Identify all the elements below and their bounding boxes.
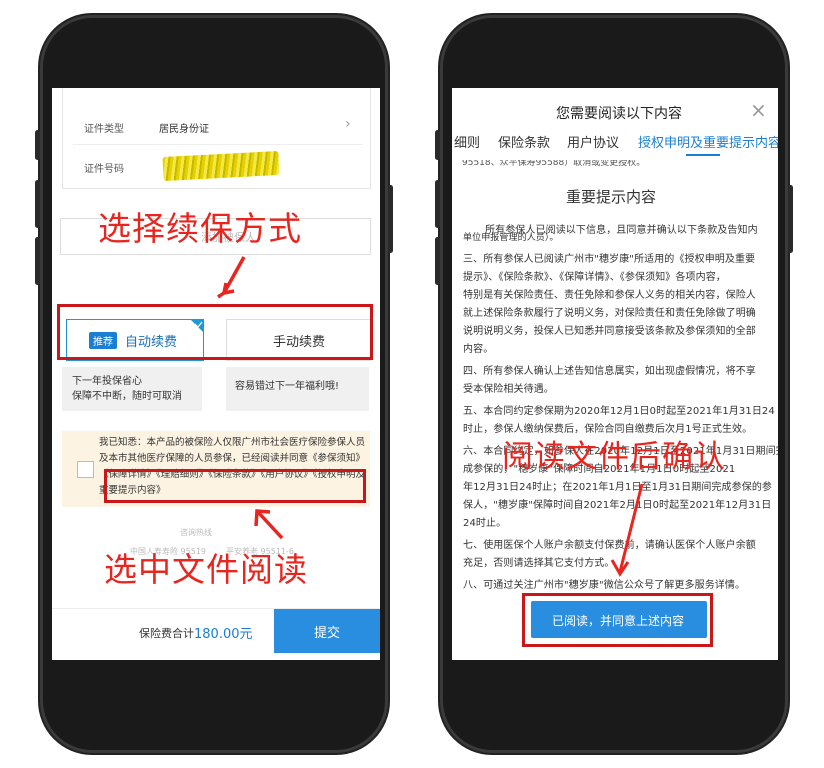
id-number-label: 证件号码	[84, 164, 124, 175]
power-button	[788, 185, 793, 253]
truncated-text: 95518、众平保寿95588）取消或变更授权。	[462, 160, 646, 168]
doc-line: 时止，参保人缴纳保费后，保险合同自缴费后次月1号正式生效。	[463, 424, 753, 435]
manual-renewal-desc: 容易错过下一年福利哦!	[226, 367, 369, 411]
volume-up-button	[35, 180, 40, 228]
bottom-bar: 保险费合计 180.00元 提交	[52, 608, 380, 660]
annotation-select-document: 选中文件阅读	[104, 550, 308, 589]
doc-line: 受本保险相关待遇。	[463, 384, 554, 395]
section-title: 重要提示内容	[566, 188, 657, 206]
tab-user-agreement[interactable]: 用户协议	[567, 132, 619, 151]
id-type-label: 证件类型	[84, 124, 124, 135]
volume-down-button	[35, 237, 40, 285]
annotation-arrow-down-icon	[217, 256, 246, 299]
auto-renewal-desc: 下一年投保省心 保障不中断，随时可取消	[62, 367, 202, 411]
mute-switch	[35, 130, 40, 160]
volume-down-button	[435, 237, 440, 285]
tab-authorization-notice[interactable]: 授权申明及重要提示内容	[638, 132, 778, 151]
annotation-arrow-down-icon	[610, 483, 644, 577]
doc-line: 就上述保险条款履行了说明义务，对保险责任和责任免除做了明确	[463, 308, 756, 319]
auto-desc-line-1: 下一年投保省心	[72, 376, 142, 387]
annotation-arrow-up-icon	[254, 509, 284, 540]
doc-line: 说明说明义务，投保人已知悉并同意接受该条款及参保须知的全部	[463, 326, 756, 337]
tab-details[interactable]: 细则	[454, 132, 480, 151]
confirm-label: 已阅读，并同意上述内容	[552, 614, 685, 628]
submit-label: 提交	[314, 626, 341, 641]
auto-desc-line-2: 保障不中断，随时可取消	[72, 391, 182, 402]
mute-switch	[435, 130, 440, 160]
annotation-box-documents	[104, 469, 366, 503]
annotation-choose-renewal: 选择续保方式	[98, 209, 302, 248]
chevron-right-icon[interactable]: ›	[345, 116, 351, 132]
confirm-button[interactable]: 已阅读，并同意上述内容	[531, 601, 707, 638]
doc-line: 三、所有参保人已阅读广州市"穗岁康"所适用的《授权申明及重要	[463, 254, 756, 265]
total-value: 180.00元	[194, 627, 253, 642]
consent-checkbox[interactable]	[77, 461, 94, 478]
power-button	[388, 185, 393, 253]
hotline-title: 咨询热线	[180, 528, 212, 537]
id-type-value[interactable]: 居民身份证	[159, 120, 209, 135]
doc-line: 特别是有关保险责任、责任免除和参保人义务的相关内容，保险人	[463, 290, 756, 301]
doc-line: 单位申报管理的人员）。	[463, 233, 559, 243]
annotation-read-confirm: 阅读文件后确认	[502, 439, 726, 475]
active-tab-indicator	[686, 154, 720, 156]
doc-line: 提示》、《保险条款》、《保障详情》、《参保须知》各项内容，	[463, 272, 726, 283]
manual-desc-text: 容易错过下一年福利哦!	[235, 381, 340, 392]
redacted-id-number	[162, 150, 280, 182]
divider	[73, 144, 363, 145]
tab-policy-terms[interactable]: 保险条款	[498, 132, 550, 151]
submit-button[interactable]: 提交	[274, 609, 380, 653]
modal-title: 您需要阅读以下内容	[556, 106, 682, 122]
doc-line: 四、所有参保人确认上述告知信息属实，如出现虚假情况，将不享	[463, 366, 756, 377]
close-icon[interactable]: ×	[750, 98, 767, 122]
left-phone-screen: 证件类型 居民身份证 › 证件号码 添加被保人 选择续保方式 推荐 自动续费 手…	[52, 88, 380, 660]
volume-up-button	[435, 180, 440, 228]
annotation-box-renewal	[57, 304, 373, 360]
id-info-card: 证件类型 居民身份证 › 证件号码	[62, 88, 371, 189]
doc-line: 内容。	[463, 344, 494, 355]
doc-line: 五、本合同约定参保期为2020年12月1日0时起至2021年1月31日24	[463, 406, 775, 417]
total-label: 保险费合计	[139, 627, 194, 640]
right-phone-screen: 您需要阅读以下内容 × 细则 保险条款 用户协议 授权申明及重要提示内容 955…	[452, 88, 778, 660]
